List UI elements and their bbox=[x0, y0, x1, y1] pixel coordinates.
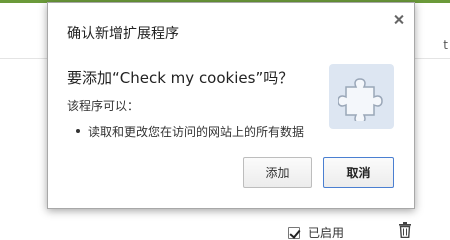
close-icon[interactable] bbox=[392, 13, 406, 27]
add-extension-dialog: 确认新增扩展程序 要添加“Check my cookies”吗？ 该程序可以： … bbox=[47, 2, 415, 209]
cancel-button[interactable]: 取消 bbox=[323, 157, 394, 188]
page-side-text: t bbox=[443, 38, 448, 52]
extension-icon-box bbox=[329, 64, 394, 129]
permission-item: 读取和更改您在访问的网站上的所有数据 bbox=[76, 123, 304, 140]
enabled-checkbox[interactable] bbox=[288, 226, 300, 239]
dialog-question: 要添加“Check my cookies”吗？ bbox=[67, 69, 294, 87]
dialog-title: 确认新增扩展程序 bbox=[67, 26, 179, 42]
permissions-list: 读取和更改您在访问的网站上的所有数据 bbox=[76, 123, 304, 140]
puzzle-piece-icon bbox=[337, 77, 383, 121]
add-button[interactable]: 添加 bbox=[243, 157, 312, 188]
extension-enabled-row: 已启用 bbox=[288, 224, 344, 240]
enabled-label: 已启用 bbox=[308, 226, 345, 240]
trash-icon[interactable] bbox=[398, 222, 412, 238]
permissions-heading: 该程序可以： bbox=[67, 99, 140, 113]
